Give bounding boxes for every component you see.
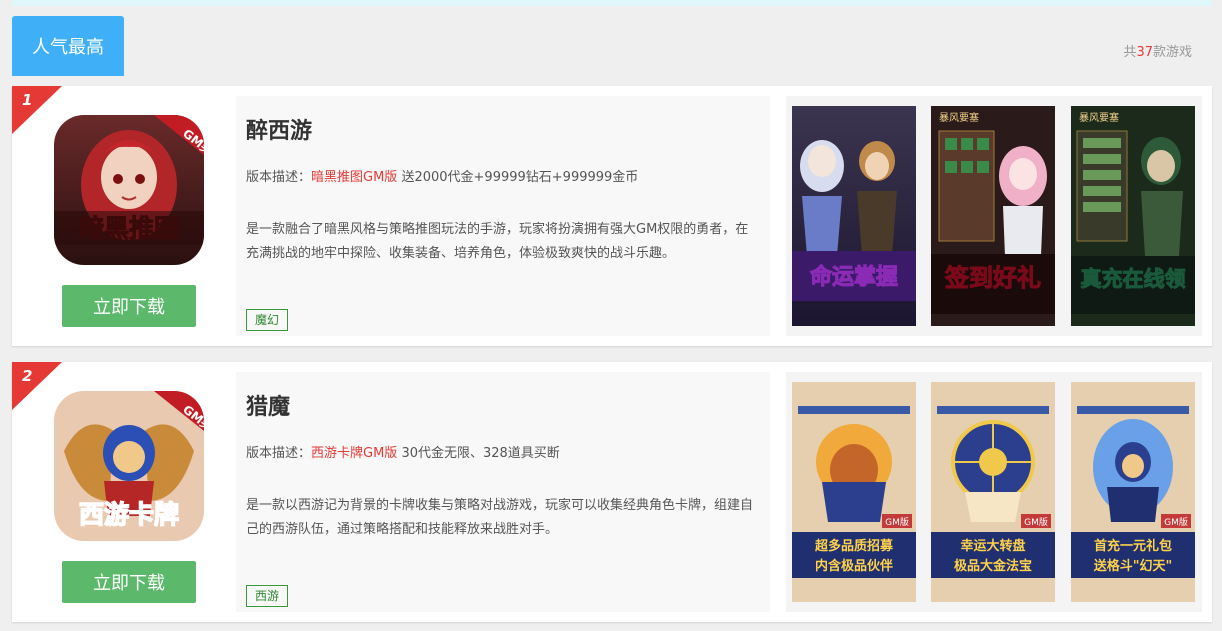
screenshot-recharge[interactable]: 暴风要塞 真充在线领 — [1071, 106, 1195, 326]
gm-dark-hero-game-icon[interactable]: GM买断 暗黑推图 — [54, 115, 204, 265]
top-strip — [12, 0, 1212, 6]
svg-text:GM版: GM版 — [1024, 516, 1048, 528]
svg-text:GM版: GM版 — [1164, 516, 1188, 528]
gm-westward-card-game-icon[interactable]: GM买断 西游卡牌 — [54, 391, 204, 541]
screenshot-wheel[interactable]: GM版 幸运大转盘 极品大金法宝 — [931, 382, 1055, 602]
svg-text:暴风要塞: 暴风要塞 — [1079, 111, 1119, 124]
screenshot-heroes[interactable]: 命运掌握 — [792, 106, 916, 326]
game-card: 1 GM买断 暗黑推图 立即下载 醉西游 版本描述：暗黑推图GM版 送2000代… — [12, 86, 1212, 346]
svg-text:内含极品伙伴: 内含极品伙伴 — [815, 558, 893, 574]
screenshot-firstpay[interactable]: GM版 首充一元礼包 送格斗"幻天" — [1071, 382, 1195, 602]
svg-text:幸运大转盘: 幸运大转盘 — [960, 538, 1025, 554]
game-description: 是一款融合了暗黑风格与策略推图玩法的手游，玩家将扮演拥有强大GM权限的勇者，在充… — [246, 222, 749, 261]
svg-text:暴风要塞: 暴风要塞 — [939, 111, 979, 124]
download-button[interactable]: 立即下载 — [62, 285, 196, 327]
game-info: 猎魔 版本描述：西游卡牌GM版 30代金无限、328道具买断 是一款以西游记为背… — [236, 372, 770, 612]
game-card: 2 GM买断 西游卡牌 立即下载 猎魔 版本描述：西游卡牌GM版 30代金无限、… — [12, 362, 1212, 622]
game-count: 共37款游戏 — [1123, 45, 1192, 60]
svg-text:首充一元礼包: 首充一元礼包 — [1094, 538, 1172, 554]
game-description: 是一款以西游记为背景的卡牌收集与策略对战游戏，玩家可以收集经典角色卡牌，组建自己… — [246, 498, 754, 537]
screenshot-gallery: GM版 超多品质招募 内含极品伙伴 GM版 幸运大转盘 极品大金法宝 GM版 首… — [786, 372, 1202, 612]
screenshot-signin[interactable]: 暴风要塞 签到好礼 — [931, 106, 1055, 326]
version-description: 版本描述：西游卡牌GM版 30代金无限、328道具买断 — [246, 446, 560, 461]
svg-text:签到好礼: 签到好礼 — [944, 264, 1041, 292]
svg-text:命运掌握: 命运掌握 — [810, 264, 898, 290]
screenshot-recruit[interactable]: GM版 超多品质招募 内含极品伙伴 — [792, 382, 916, 602]
download-button[interactable]: 立即下载 — [62, 561, 196, 603]
svg-text:极品大金法宝: 极品大金法宝 — [954, 558, 1032, 574]
svg-text:GM版: GM版 — [885, 516, 909, 528]
genre-tag[interactable]: 西游 — [246, 585, 289, 607]
svg-text:西游卡牌: 西游卡牌 — [79, 500, 179, 529]
game-title[interactable]: 猎魔 — [246, 389, 290, 421]
svg-text:真充在线领: 真充在线领 — [1081, 267, 1186, 291]
screenshot-gallery: 命运掌握 暴风要塞 签到好礼 暴风要塞 真充在线领 — [786, 96, 1202, 336]
svg-text:超多品质招募: 超多品质招募 — [815, 538, 894, 554]
rank-badge: 2 — [12, 362, 62, 410]
tab-most-popular[interactable]: 人气最高 — [12, 16, 124, 76]
game-info: 醉西游 版本描述：暗黑推图GM版 送2000代金+99999钻石+999999金… — [236, 96, 770, 336]
genre-tag[interactable]: 魔幻 — [246, 309, 289, 331]
svg-text:送格斗"幻天": 送格斗"幻天" — [1093, 558, 1173, 574]
svg-text:暗黑推图: 暗黑推图 — [79, 214, 179, 243]
version-description: 版本描述：暗黑推图GM版 送2000代金+99999钻石+999999金币 — [246, 170, 639, 185]
rank-badge: 1 — [12, 86, 62, 134]
game-title[interactable]: 醉西游 — [246, 113, 312, 145]
